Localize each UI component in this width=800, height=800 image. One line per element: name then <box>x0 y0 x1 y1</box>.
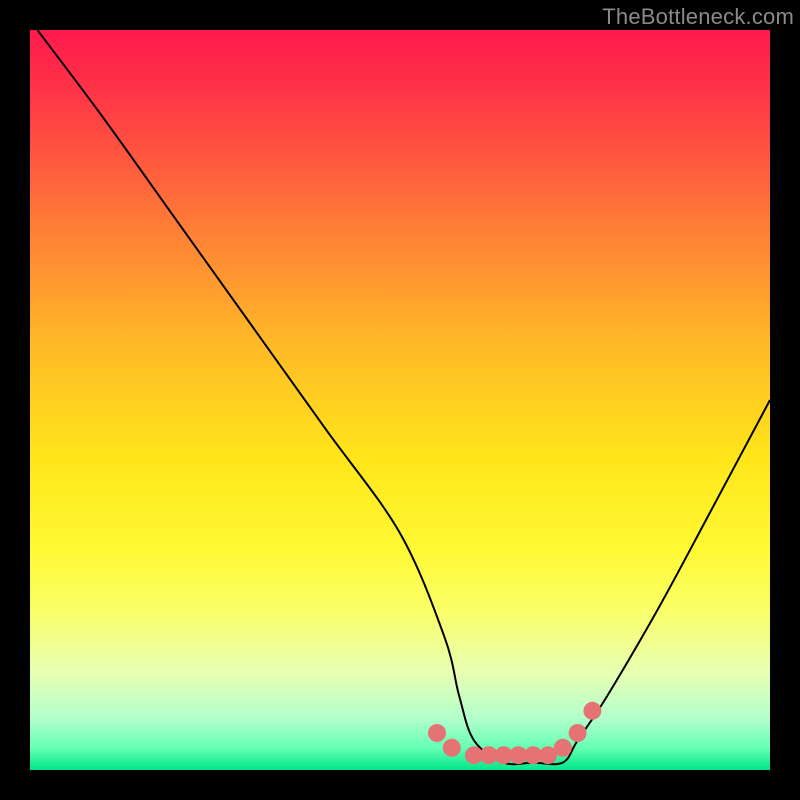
bottleneck-curve <box>37 30 770 764</box>
highlight-dot <box>554 739 572 757</box>
highlight-dot <box>428 724 446 742</box>
highlight-dot <box>583 702 601 720</box>
highlight-dot <box>569 724 587 742</box>
plot-area <box>30 30 770 770</box>
highlight-dots <box>428 702 601 764</box>
chart-frame: TheBottleneck.com <box>0 0 800 800</box>
highlight-dot <box>443 739 461 757</box>
watermark-text: TheBottleneck.com <box>602 4 794 30</box>
curve-svg <box>30 30 770 770</box>
